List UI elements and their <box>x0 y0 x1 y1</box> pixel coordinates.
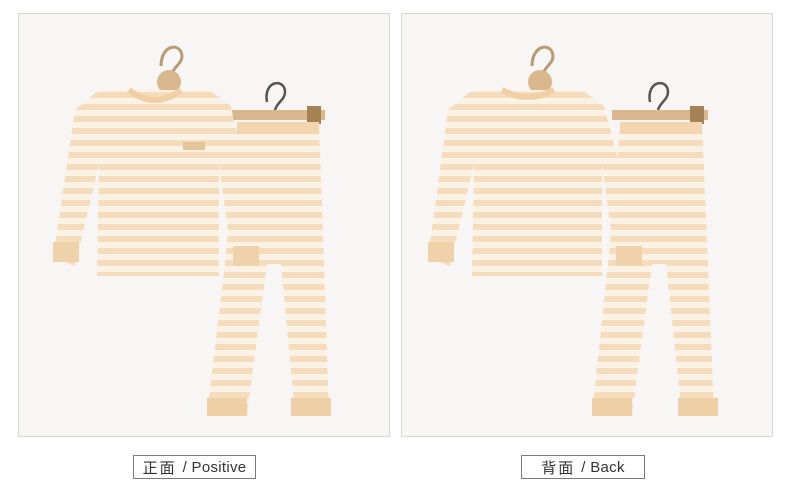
front-view-photo <box>18 13 390 437</box>
shirt-hanger-icon <box>157 45 184 94</box>
back-view-photo <box>401 13 773 437</box>
caption-positive-en: / Positive <box>182 458 247 476</box>
pants-hanger-icon <box>612 81 708 124</box>
shirt-hanger-icon <box>528 45 555 94</box>
caption-back-cn: 背面 <box>541 459 576 477</box>
caption-back-en: / Back <box>581 458 625 476</box>
caption-back: 背面 / Back <box>521 455 645 479</box>
front-pajama-image <box>53 45 331 416</box>
pants-hanger-icon <box>229 81 325 124</box>
caption-positive-cn: 正面 <box>142 459 177 477</box>
caption-positive: 正面 / Positive <box>133 455 256 479</box>
back-pajama-image <box>428 45 718 416</box>
